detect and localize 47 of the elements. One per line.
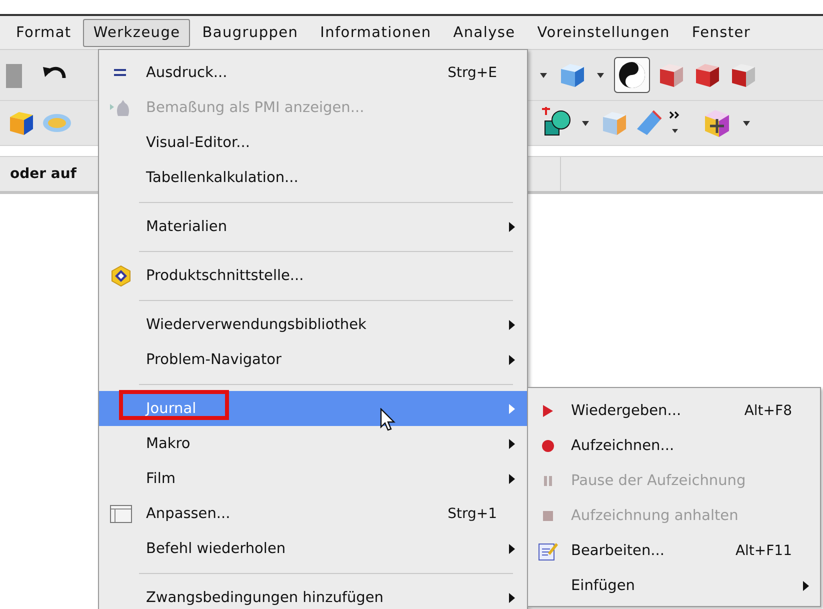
menu-item[interactable]: Visual-Editor...: [99, 125, 527, 160]
menu-item[interactable]: Problem-Navigator: [99, 342, 527, 377]
menu-bar-item[interactable]: Informationen: [310, 18, 442, 46]
submenu-arrow-icon: [509, 222, 515, 232]
menu-item[interactable]: Tabellenkalkulation...: [99, 160, 527, 195]
equals-icon: [113, 68, 129, 78]
menu-item[interactable]: Materialien: [99, 209, 527, 244]
submenu-arrow-icon: [509, 354, 515, 364]
submenu-arrow-icon: [509, 404, 515, 414]
menu-item[interactable]: Aufzeichnen...: [528, 428, 820, 463]
submenu-arrow-icon: [509, 320, 515, 330]
mouse-pointer-icon: [380, 408, 396, 432]
caret-icon[interactable]: [540, 72, 547, 78]
play-icon: [543, 404, 553, 416]
menu-bar-item[interactable]: Baugruppen: [192, 18, 308, 46]
yin-yang-icon[interactable]: [614, 57, 650, 93]
record-icon: [542, 440, 554, 452]
menu-item[interactable]: Anpassen... Strg+1: [99, 496, 527, 531]
stop-icon: [543, 510, 553, 520]
menu-item[interactable]: Bearbeiten... Alt+F11: [528, 533, 820, 568]
submenu-arrow-icon: [509, 544, 515, 554]
submenu-arrow-icon: [803, 580, 809, 590]
menu-item[interactable]: Wiederverwendungsbibliothek: [99, 307, 527, 342]
menu-bar-item[interactable]: Voreinstellungen: [527, 18, 680, 46]
menu-item[interactable]: Einfügen: [528, 568, 820, 603]
surface-icon[interactable]: [635, 109, 663, 137]
menu-bar-item[interactable]: Fenster: [682, 18, 761, 46]
menu-item[interactable]: Befehl wiederholen: [99, 531, 527, 566]
submenu-arrow-icon: [509, 438, 515, 448]
menu-item[interactable]: Wiedergeben... Alt+F8: [528, 393, 820, 428]
menu-item[interactable]: Produktschnittstelle...: [99, 258, 527, 293]
caret-icon[interactable]: [582, 120, 589, 126]
edit-document-icon: [538, 540, 558, 560]
menu-item[interactable]: Zwangsbedingungen hinzufügen: [99, 580, 527, 609]
pause-icon: [544, 476, 552, 486]
submenu-arrow-icon: [509, 592, 515, 602]
submenu-arrow-icon: [509, 474, 515, 484]
menu-item[interactable]: Makro: [99, 426, 527, 461]
toolbar-label: oder auf: [9, 166, 76, 182]
menu-bar-item[interactable]: Analyse: [443, 18, 526, 46]
menu-item[interactable]: Film: [99, 461, 527, 496]
caret-icon[interactable]: [743, 120, 750, 126]
caret-icon[interactable]: [597, 72, 604, 78]
diamond-hexagon-icon: [110, 264, 132, 286]
menu-bar-item[interactable]: Werkzeuge: [83, 18, 190, 46]
window-icon: [110, 504, 132, 522]
menu-bar-item[interactable]: Format: [6, 18, 82, 46]
